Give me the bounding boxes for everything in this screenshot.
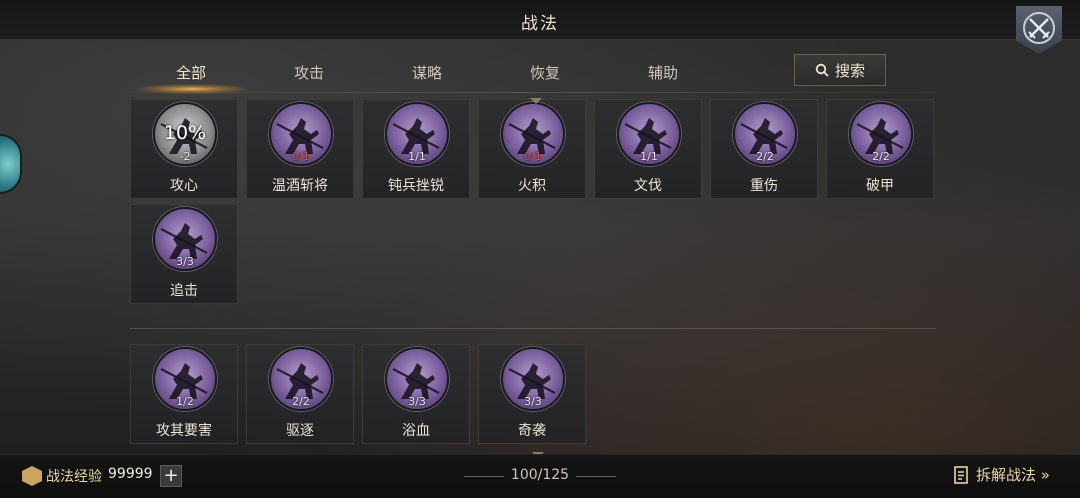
close-button[interactable] [1016,6,1062,54]
tactic-count-badge: 3/3 [408,395,426,408]
tactic-card[interactable]: 1/1 钝兵挫锐 [362,99,470,199]
tab-divider [130,92,936,93]
tactic-count-badge: 2/2 [872,150,890,163]
tactic-exp-value: 99999 [108,466,153,482]
tactic-medal: 2/2 [733,102,797,166]
tactic-name: 攻其要害 [156,423,212,439]
tab-support[interactable]: 辅助 [618,62,708,83]
side-hero-avatar[interactable] [0,134,22,194]
tactic-name: 温酒斩将 [272,178,328,194]
tactic-count-badge: 3/3 [176,255,194,268]
tactic-card[interactable]: 10% -2 攻心 [130,99,238,199]
tactic-count-badge: 0/1 [292,150,310,163]
search-button[interactable]: 搜索 [794,54,886,86]
tactic-medal: 2/2 [849,102,913,166]
tactic-name: 奇袭 [518,423,546,439]
tactic-card[interactable]: 1/2 攻其要害 [130,344,238,444]
tactic-medal: 0/1 [501,102,565,166]
search-label: 搜索 [834,61,865,80]
tactic-card[interactable]: 3/3 奇袭 [478,344,586,444]
tactic-count-badge: 1/1 [408,150,426,163]
tactic-name: 文伐 [634,178,662,194]
tactic-medal: 0/1 [269,102,333,166]
tactic-count-badge: 1/1 [640,150,658,163]
tactic-count-badge: 2/2 [292,395,310,408]
tactic-name: 火积 [518,178,546,194]
page-title: 战法 [521,14,559,34]
tactic-count-badge: 2/2 [756,150,774,163]
tab-recovery[interactable]: 恢复 [500,62,590,83]
crossed-swords-icon [1023,12,1055,44]
tactic-medal: 1/1 [617,102,681,166]
add-exp-button[interactable]: + [160,465,182,487]
tactic-card[interactable]: 1/1 文伐 [594,99,702,199]
tactic-card[interactable]: 2/2 驱逐 [246,344,354,444]
tactic-count-badge: 1/2 [176,395,194,408]
top-bar: 战法 [0,0,1080,40]
tactic-name: 驱逐 [286,423,314,439]
group-divider [130,328,936,329]
tactic-count-badge: 0/1 [524,150,542,163]
tactic-count: 100/125 [510,467,570,483]
tactic-card[interactable]: 0/1 火积 [478,99,586,199]
tab-strategy[interactable]: 谋略 [382,62,472,83]
tactic-name: 钝兵挫锐 [388,178,444,194]
page-line-right [576,476,616,477]
tactic-card[interactable]: 3/3 追击 [130,204,238,304]
tactic-medal: 3/3 [385,347,449,411]
page-line-left [464,476,504,477]
tab-attack[interactable]: 攻击 [264,62,354,83]
tactic-name: 追击 [170,283,198,299]
tactic-medal: 3/3 [501,347,565,411]
tactic-count-badge: 3/3 [524,395,542,408]
tactic-count-badge: -2 [179,150,191,163]
tactic-medal: 10% -2 [153,102,217,166]
tactic-exp-label: 战法经验 [46,469,102,485]
chevron-down-icon [530,98,542,104]
tactic-card[interactable]: 0/1 温酒斩将 [246,99,354,199]
decompose-label: 拆解战法 » [976,466,1050,484]
tactic-medal: 1/2 [153,347,217,411]
tactic-progress: 10% [163,122,207,144]
tactic-card[interactable]: 2/2 破甲 [826,99,934,199]
tactic-medal: 2/2 [269,347,333,411]
tactic-medal: 3/3 [153,207,217,271]
tab-all[interactable]: 全部 [146,62,236,83]
tactic-medal: 1/1 [385,102,449,166]
tactic-card[interactable]: 2/2 重伤 [710,99,818,199]
tactic-name: 浴血 [402,423,430,439]
search-icon [815,63,829,77]
decompose-tactics-button[interactable]: 拆解战法 » [954,464,1050,485]
document-icon [954,465,968,484]
tactic-name: 破甲 [866,178,894,194]
tactic-card[interactable]: 3/3 浴血 [362,344,470,444]
tactic-name: 攻心 [170,178,198,194]
tactic-name: 重伤 [750,178,778,194]
